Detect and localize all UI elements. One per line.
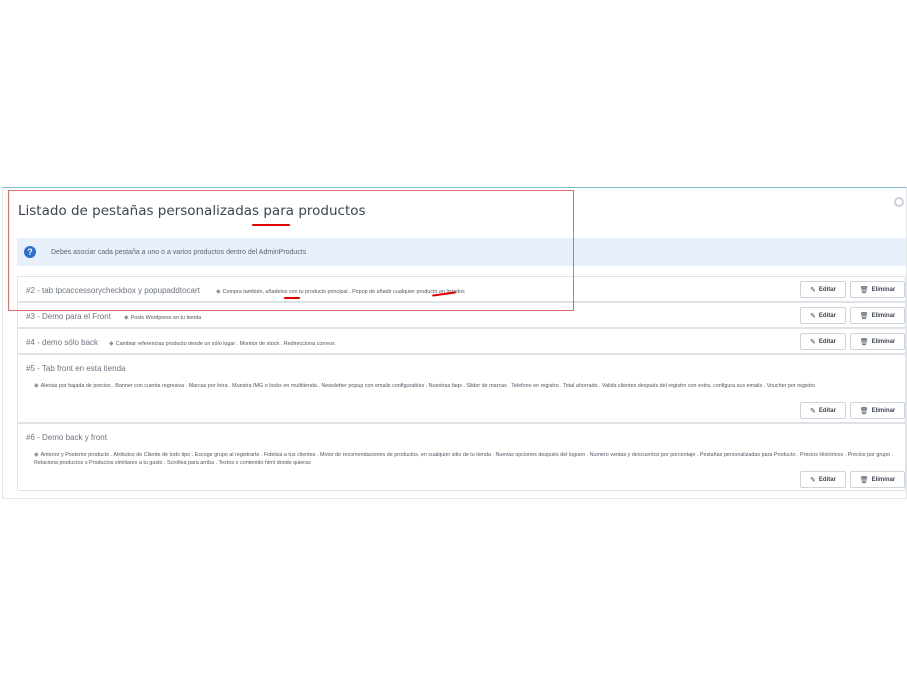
edit-button-label: Editar <box>818 312 836 319</box>
tag-icon: ◆ <box>34 383 39 389</box>
delete-button[interactable]: 🗑 Eliminar <box>850 471 905 488</box>
edit-button[interactable]: ✎ Editar <box>800 307 846 324</box>
tab-title: #4 - demo sólo back <box>26 338 99 347</box>
tab-row: #6 - Demo back y front ◆ Anterior y Poste… <box>17 423 906 491</box>
tab-products-text: Cambiar referencias producto desde un só… <box>115 341 335 347</box>
edit-button-label: Editar <box>818 407 836 414</box>
tag-icon: ◆ <box>124 315 129 321</box>
edit-button[interactable]: ✎ Editar <box>800 333 846 350</box>
delete-button-label: Eliminar <box>871 338 896 345</box>
pencil-square-icon: ✎ <box>810 407 816 415</box>
tab-row: #5 - Tab front en esta tienda ◆ Alertas p… <box>17 354 906 423</box>
pencil-square-icon: ✎ <box>810 476 816 484</box>
tag-icon: ◆ <box>34 452 39 458</box>
trash-icon: 🗑 <box>859 407 869 415</box>
highlight-box <box>8 190 574 311</box>
tab-title: #5 - Tab front en esta tienda <box>26 364 126 373</box>
gear-icon[interactable] <box>894 197 904 207</box>
edit-button-label: Editar <box>818 338 836 345</box>
pencil-square-icon: ✎ <box>810 338 816 346</box>
tab-products-text: Alertas por bajada de precios . Banner c… <box>40 383 816 389</box>
tag-icon: ◆ <box>109 341 114 347</box>
highlight-underline <box>284 297 300 299</box>
pencil-square-icon: ✎ <box>810 312 816 320</box>
tab-title: #3 - Demo para el Front <box>26 312 111 321</box>
delete-button-label: Eliminar <box>871 476 896 483</box>
tab-products-text: Anterior y Posterior producto . Atributo… <box>34 452 894 466</box>
highlight-underline <box>252 224 290 226</box>
tab-products: ◆ Anterior y Posterior producto . Atribut… <box>34 451 897 467</box>
tab-products: ◆ Cambiar referencias producto desde un s… <box>109 340 335 347</box>
tab-products: ◆ Posts Wordpress en tu tienda <box>124 314 201 321</box>
edit-button[interactable]: ✎ Editar <box>800 281 846 298</box>
tab-products: ◆ Alertas por bajada de precios . Banner … <box>34 382 897 390</box>
tab-title: #6 - Demo back y front <box>26 433 107 442</box>
delete-button[interactable]: 🗑 Eliminar <box>850 333 905 350</box>
edit-button-label: Editar <box>818 476 836 483</box>
edit-button[interactable]: ✎ Editar <box>800 471 846 488</box>
delete-button[interactable]: 🗑 Eliminar <box>850 281 905 298</box>
delete-button-label: Eliminar <box>871 286 896 293</box>
tab-products-text: Posts Wordpress en tu tienda <box>130 315 202 321</box>
trash-icon: 🗑 <box>859 476 869 484</box>
edit-button-label: Editar <box>818 286 836 293</box>
tab-row: #4 - demo sólo back ◆ Cambiar referencias… <box>17 328 906 354</box>
trash-icon: 🗑 <box>859 338 869 346</box>
delete-button[interactable]: 🗑 Eliminar <box>850 402 905 419</box>
trash-icon: 🗑 <box>859 312 869 320</box>
delete-button-label: Eliminar <box>871 312 896 319</box>
pencil-square-icon: ✎ <box>810 286 816 294</box>
delete-button-label: Eliminar <box>871 407 896 414</box>
trash-icon: 🗑 <box>859 286 869 294</box>
edit-button[interactable]: ✎ Editar <box>800 402 846 419</box>
delete-button[interactable]: 🗑 Eliminar <box>850 307 905 324</box>
